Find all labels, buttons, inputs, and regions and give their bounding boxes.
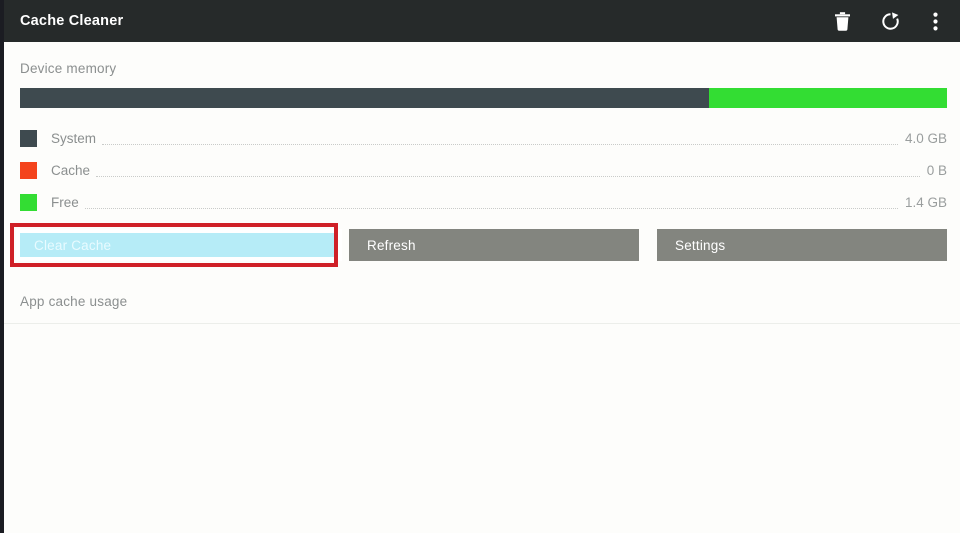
legend-row-cache: Cache 0 B (20, 154, 947, 186)
legend-value-cache: 0 B (921, 162, 947, 178)
delete-icon (834, 11, 851, 31)
device-memory-bar (20, 88, 947, 108)
clear-cache-button[interactable]: Clear Cache (16, 229, 342, 261)
legend-leader-free (84, 196, 899, 209)
memory-segment-system (20, 88, 709, 108)
legend-label-cache: Cache (51, 162, 95, 178)
legend-swatch-free (20, 193, 37, 211)
overflow-menu-button[interactable] (914, 0, 956, 42)
legend-leader-cache (96, 164, 920, 177)
overflow-menu-icon (932, 12, 938, 31)
screen-left-edge-strip (0, 0, 4, 533)
cache-cleaner-app: Cache Cleaner Device memory System 4.0 G… (0, 0, 960, 533)
legend-row-system: System 4.0 GB (20, 122, 947, 154)
delete-button[interactable] (818, 0, 866, 42)
app-title: Cache Cleaner (20, 13, 124, 29)
memory-segment-free (708, 88, 947, 108)
refresh-button[interactable] (866, 0, 914, 42)
refresh-action-button[interactable]: Refresh (349, 229, 639, 261)
legend-swatch-cache (20, 161, 37, 179)
legend-leader-system (102, 132, 898, 145)
app-bar: Cache Cleaner (0, 0, 960, 42)
memory-legend: System 4.0 GB Cache 0 B Free 1.4 GB (20, 122, 947, 218)
legend-value-system: 4.0 GB (899, 130, 947, 146)
device-memory-label: Device memory (20, 61, 117, 76)
app-cache-usage-label: App cache usage (20, 294, 128, 309)
legend-row-free: Free 1.4 GB (20, 186, 947, 218)
app-bar-actions (818, 0, 960, 42)
legend-label-free: Free (51, 194, 83, 210)
app-cache-usage-list (0, 324, 960, 533)
content-area: Device memory System 4.0 GB Cache 0 B Fr… (0, 42, 960, 533)
legend-value-free: 1.4 GB (899, 194, 947, 210)
refresh-icon (881, 11, 900, 31)
settings-button[interactable]: Settings (657, 229, 947, 261)
legend-swatch-system (20, 129, 37, 147)
legend-label-system: System (51, 130, 101, 146)
